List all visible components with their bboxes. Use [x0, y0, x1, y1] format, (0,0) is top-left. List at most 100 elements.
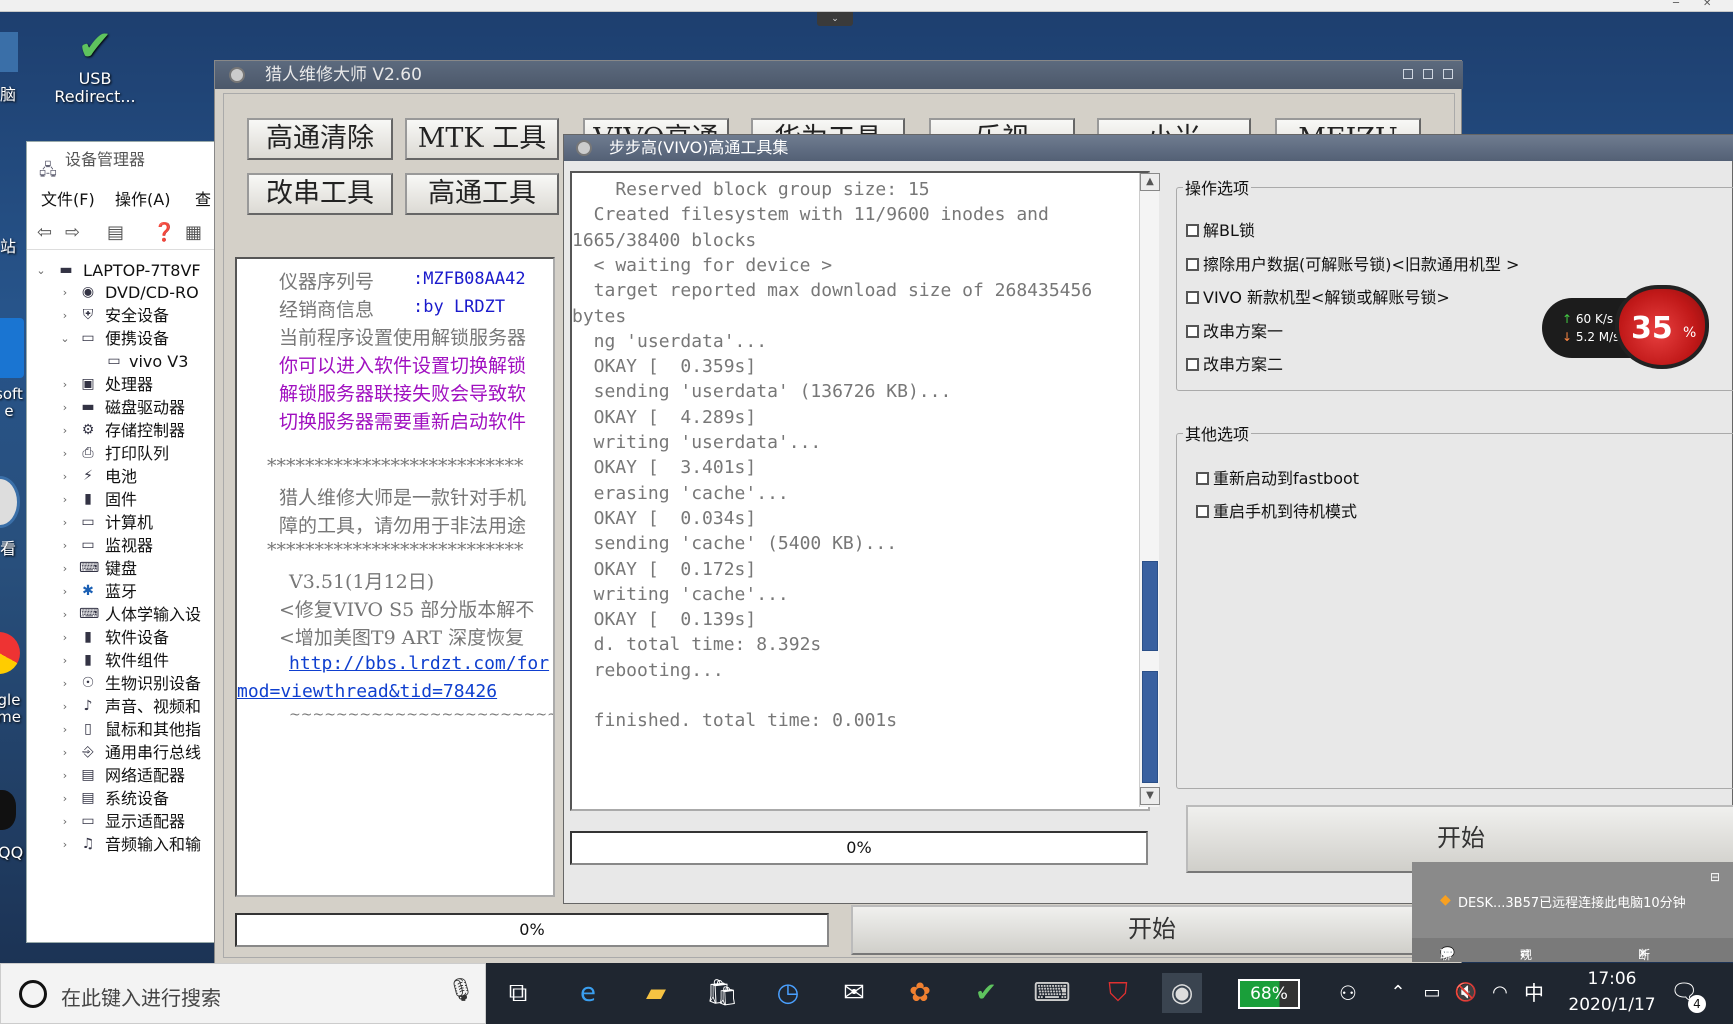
edge-icon[interactable]: e	[568, 973, 608, 1013]
collapse-icon[interactable]: ⊟	[1710, 870, 1720, 884]
properties-icon[interactable]: ▤	[107, 222, 124, 243]
help-icon[interactable]: ❓	[153, 222, 175, 243]
hunter-tool-icon[interactable]: ⛉	[1098, 973, 1138, 1013]
change-serial-plan1-checkbox[interactable]: 改串方案一	[1186, 318, 1283, 342]
chevron-right-icon[interactable]: ›	[59, 625, 71, 650]
usb-redirect-desktop-icon[interactable]: ✔ USB Redirect...	[52, 22, 138, 107]
tree-item[interactable]: › ▮ 软件设备	[27, 625, 217, 650]
usb-redirect-icon[interactable]: ✔	[966, 973, 1006, 1013]
forum-link[interactable]: mod=viewthread&tid=78426	[237, 681, 497, 702]
minimize-icon[interactable]: ─	[1673, 0, 1679, 9]
back-arrow-icon[interactable]: ⇦	[37, 222, 52, 243]
clock-app-icon[interactable]: ◷	[768, 973, 808, 1013]
chevron-right-icon[interactable]: ›	[59, 786, 71, 811]
file-explorer-icon[interactable]: ▰	[636, 973, 676, 1013]
tree-item[interactable]: › ▮ 固件	[27, 487, 217, 512]
chevron-right-icon[interactable]: ›	[59, 809, 71, 834]
tree-item[interactable]: › ♪ 声音、视频和	[27, 694, 217, 719]
menu-view[interactable]: 查	[195, 186, 211, 214]
device-manager-titlebar[interactable]: 🖧 设备管理器	[27, 142, 217, 179]
tree-item[interactable]: › ♫ 音频输入和输	[27, 832, 217, 857]
battery-widget[interactable]: 68%	[1238, 979, 1300, 1009]
chevron-right-icon[interactable]: ›	[59, 372, 71, 397]
people-icon[interactable]: ⚇	[1328, 973, 1368, 1013]
hunter-start-button[interactable]: 开始	[851, 905, 1453, 955]
tree-item[interactable]: ▭ vivo V3	[27, 349, 217, 374]
chevron-right-icon[interactable]: ›	[59, 418, 71, 443]
tree-item[interactable]: › ⚡ 电池	[27, 464, 217, 489]
scroll-down-arrow-icon[interactable]: ▼	[1140, 787, 1160, 805]
tree-item[interactable]: › ⌨ 人体学输入设	[27, 602, 217, 627]
tree-item[interactable]: › ☉ 生物识别设备	[27, 671, 217, 696]
forward-arrow-icon[interactable]: ⇨	[65, 222, 80, 243]
mtk-tools-button[interactable]: MTK 工具	[405, 118, 559, 160]
chevron-right-icon[interactable]: ›	[59, 740, 71, 765]
menu-file[interactable]: 文件(F)	[41, 186, 95, 214]
device-manager-taskbar-icon[interactable]: ⌨	[1032, 973, 1072, 1013]
chevron-right-icon[interactable]: ›	[59, 280, 71, 305]
close-icon[interactable]: ✕	[1703, 0, 1711, 9]
unlock-bl-checkbox[interactable]: 解BL锁	[1186, 217, 1255, 241]
ime-indicator[interactable]: 中	[1514, 973, 1554, 1013]
chevron-right-icon[interactable]: ›	[59, 303, 71, 328]
chrome-desktop-icon[interactable]	[0, 632, 20, 674]
store-icon[interactable]: 🛍	[702, 973, 742, 1013]
chevron-right-icon[interactable]: ›	[59, 464, 71, 489]
chevron-right-icon[interactable]: ›	[59, 556, 71, 581]
tree-item[interactable]: › ◉ DVD/CD-RO	[27, 280, 217, 305]
change-serial-button[interactable]: 改串工具	[247, 173, 393, 215]
chevron-right-icon[interactable]: ›	[59, 717, 71, 742]
tree-item[interactable]: › ⎙ 打印队列	[27, 441, 217, 466]
scroll-thumb[interactable]	[1142, 561, 1158, 651]
tree-item[interactable]: › ▮ 软件组件	[27, 648, 217, 673]
close-icon[interactable]	[1443, 69, 1453, 79]
maximize-icon[interactable]	[1423, 69, 1433, 79]
chevron-right-icon[interactable]: ›	[59, 694, 71, 719]
vivo-titlebar[interactable]: 步步高(VIVO)高通工具集	[564, 135, 1733, 161]
tree-item[interactable]: › ▤ 系统设备	[27, 786, 217, 811]
tree-item[interactable]: › ⌨ 键盘	[27, 556, 217, 581]
tree-item[interactable]: › ▭ 显示适配器	[27, 809, 217, 834]
task-view-icon[interactable]: ⧉	[498, 973, 538, 1013]
chevron-right-icon[interactable]: ›	[59, 832, 71, 857]
hunter-titlebar[interactable]: 猎人维修大师 V2.60	[215, 61, 1463, 89]
chevron-right-icon[interactable]: ›	[59, 602, 71, 627]
menu-action[interactable]: 操作(A)	[115, 186, 170, 214]
tree-item[interactable]: › ▯ 鼠标和其他指	[27, 717, 217, 742]
qualcomm-tools-button[interactable]: 高通工具	[405, 173, 559, 215]
minimize-icon[interactable]	[1403, 69, 1413, 79]
chevron-right-icon[interactable]: ›	[59, 671, 71, 696]
tree-item[interactable]: › ▣ 处理器	[27, 372, 217, 397]
chevron-right-icon[interactable]: ›	[59, 395, 71, 420]
vivo-new-model-checkbox[interactable]: VIVO 新款机型<解锁或解账号锁>	[1186, 284, 1450, 308]
chevron-right-icon[interactable]: ›	[59, 533, 71, 558]
microphone-icon[interactable]: 🎙	[447, 978, 475, 1003]
erase-userdata-checkbox[interactable]: 擦除用户数据(可解账号锁)<旧款通用机型 >	[1186, 251, 1519, 275]
tree-item[interactable]: ⌄ ▭ 便携设备	[27, 326, 217, 351]
reboot-fastboot-checkbox[interactable]: 重新启动到fastboot	[1196, 465, 1359, 489]
tree-item[interactable]: › ⛨ 安全设备	[27, 303, 217, 328]
computer-desktop-icon[interactable]	[0, 32, 18, 72]
tree-item[interactable]: › ⚙ 存储控制器	[27, 418, 217, 443]
tree-item[interactable]: › ✱ 蓝牙	[27, 579, 217, 604]
log-scrollbar[interactable]: ▲ ▼	[1139, 173, 1160, 807]
reboot-standby-checkbox[interactable]: 重启手机到待机模式	[1196, 498, 1357, 522]
app-desktop-icon[interactable]	[0, 476, 20, 528]
tree-item[interactable]: › ▬ 磁盘驱动器	[27, 395, 217, 420]
qualcomm-clear-button[interactable]: 高通清除	[247, 118, 393, 160]
app-icon[interactable]: ✿	[900, 973, 940, 1013]
chevron-right-icon[interactable]: ›	[59, 510, 71, 535]
scroll-thumb[interactable]	[1142, 671, 1158, 783]
qq-desktop-icon[interactable]	[0, 790, 16, 830]
clock-time[interactable]: 17:06	[1562, 969, 1662, 989]
tree-item[interactable]: › ▭ 监视器	[27, 533, 217, 558]
taskbar-search[interactable]: 在此键入进行搜索 🎙	[0, 963, 486, 1024]
chevron-right-icon[interactable]: ›	[59, 763, 71, 788]
forum-link[interactable]: http://bbs.lrdzt.com/for	[289, 653, 549, 674]
scroll-up-arrow-icon[interactable]: ▲	[1140, 173, 1160, 191]
tree-item[interactable]: › ▤ 网络适配器	[27, 763, 217, 788]
remote-collapse-tab[interactable]: ⌄	[817, 12, 853, 26]
view-icon[interactable]: ▦	[185, 222, 202, 243]
clock-date[interactable]: 2020/1/17	[1552, 995, 1672, 1015]
chevron-right-icon[interactable]: ›	[59, 441, 71, 466]
